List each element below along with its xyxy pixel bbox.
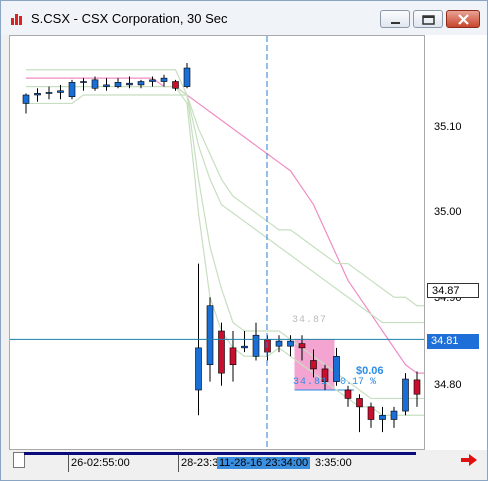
title-bar[interactable]: S.CSX - CSX Corporation, 30 Sec — [1, 1, 487, 35]
moving-average-line — [26, 77, 424, 374]
candle-body — [160, 77, 168, 82]
candle-body — [252, 334, 260, 357]
candle-body — [241, 345, 248, 349]
chart-app-icon — [11, 14, 22, 25]
moving-average-line — [26, 94, 424, 324]
time-label: 26-02:55:00 — [71, 457, 130, 469]
moving-average-line — [26, 69, 424, 400]
candle-body — [137, 81, 145, 86]
candle-body — [206, 305, 214, 366]
y-tick-label: 35.00 — [434, 206, 462, 218]
candle-body — [275, 340, 283, 347]
measure-change: $0.06 — [356, 365, 384, 377]
candle-body — [149, 79, 156, 82]
candle-body — [103, 84, 110, 87]
scroll-track[interactable] — [24, 452, 416, 455]
window-title: S.CSX - CSX Corporation, 30 Sec — [31, 11, 228, 26]
chart-window: S.CSX - CSX Corporation, 30 Sec 34.87 34… — [0, 0, 488, 481]
candle-body — [22, 94, 30, 104]
candle-body — [68, 82, 76, 97]
price-axis[interactable]: 35.10 35.00 34.90 34.80 — [425, 35, 487, 450]
candle-body — [379, 414, 386, 420]
time-label: 3:35:00 — [315, 457, 352, 469]
time-tick — [68, 455, 69, 472]
crosshair-price-label: 34.87 — [427, 283, 479, 298]
measure-percent: 0.17 % — [340, 377, 377, 388]
candle-body — [413, 379, 421, 395]
restore-icon — [422, 15, 435, 25]
moving-average-line — [26, 85, 424, 307]
crosshair-time-label: 11-28-16 23:34:00 — [217, 457, 311, 469]
y-tick-label: 35.10 — [434, 121, 462, 133]
maximize-button[interactable] — [413, 10, 443, 28]
candle-body — [367, 406, 375, 420]
y-tick-label: 34.80 — [434, 379, 462, 391]
time-axis[interactable]: 26-02:55:00 28-23:3 11-28-16 23:34:00 3:… — [9, 450, 425, 472]
chart-plot-area[interactable]: 34.87 34.81 $0.06 0.17 % — [9, 35, 425, 450]
candle-body — [45, 92, 53, 94]
close-button[interactable] — [446, 10, 480, 28]
candle-body — [356, 398, 363, 408]
candle-body — [218, 330, 225, 374]
candle-body — [402, 378, 409, 412]
candle-body — [310, 360, 317, 370]
candle-body — [126, 82, 133, 86]
measure-start-price: 34.87 — [292, 315, 328, 326]
time-label: 28-23:3 — [181, 457, 219, 469]
candle-body — [390, 410, 398, 420]
candle-body — [34, 93, 41, 96]
candle-body — [57, 90, 64, 93]
close-icon — [458, 14, 469, 25]
candle-body — [172, 81, 179, 89]
candle-body — [114, 82, 122, 87]
measure-end-price: 34.81 — [293, 377, 329, 388]
candle-body — [80, 81, 87, 83]
candle-body — [195, 347, 202, 391]
candle-body — [91, 79, 99, 89]
candle-body — [229, 347, 237, 366]
last-price-label: 34.81 — [427, 334, 479, 349]
minimize-icon — [391, 22, 400, 24]
time-tick — [178, 455, 179, 472]
minimize-button[interactable] — [380, 10, 410, 28]
candle-body — [298, 343, 306, 349]
candle-body — [344, 389, 352, 399]
candle-body — [287, 340, 294, 347]
scroll-to-end-arrow-icon[interactable] — [460, 453, 478, 467]
candle-body — [183, 67, 191, 87]
candle-body — [333, 355, 340, 382]
